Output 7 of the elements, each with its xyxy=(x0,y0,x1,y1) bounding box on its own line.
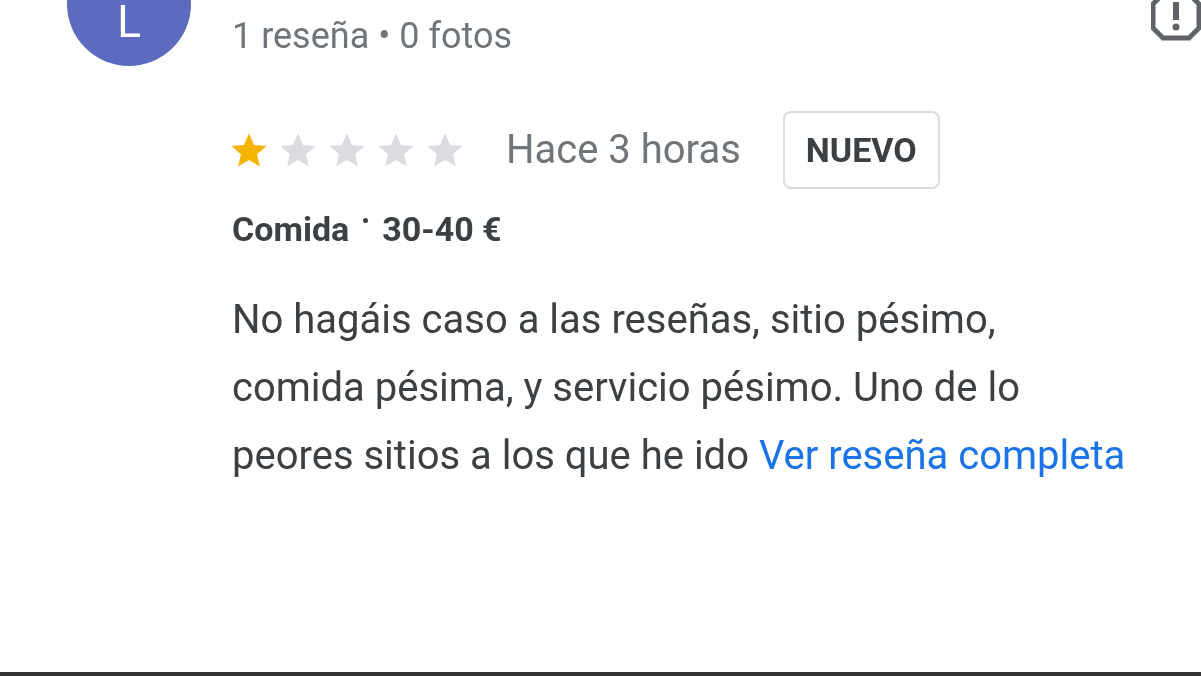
report-icon xyxy=(1151,0,1201,42)
price-range: 30-40 € xyxy=(382,212,502,246)
new-badge: NUEVO xyxy=(782,111,940,189)
category: Comida xyxy=(232,212,350,246)
review-time: Hace 3 horas xyxy=(506,130,741,170)
review-count: 1 reseña • 0 fotos xyxy=(232,14,512,59)
avatar: L xyxy=(67,0,191,66)
